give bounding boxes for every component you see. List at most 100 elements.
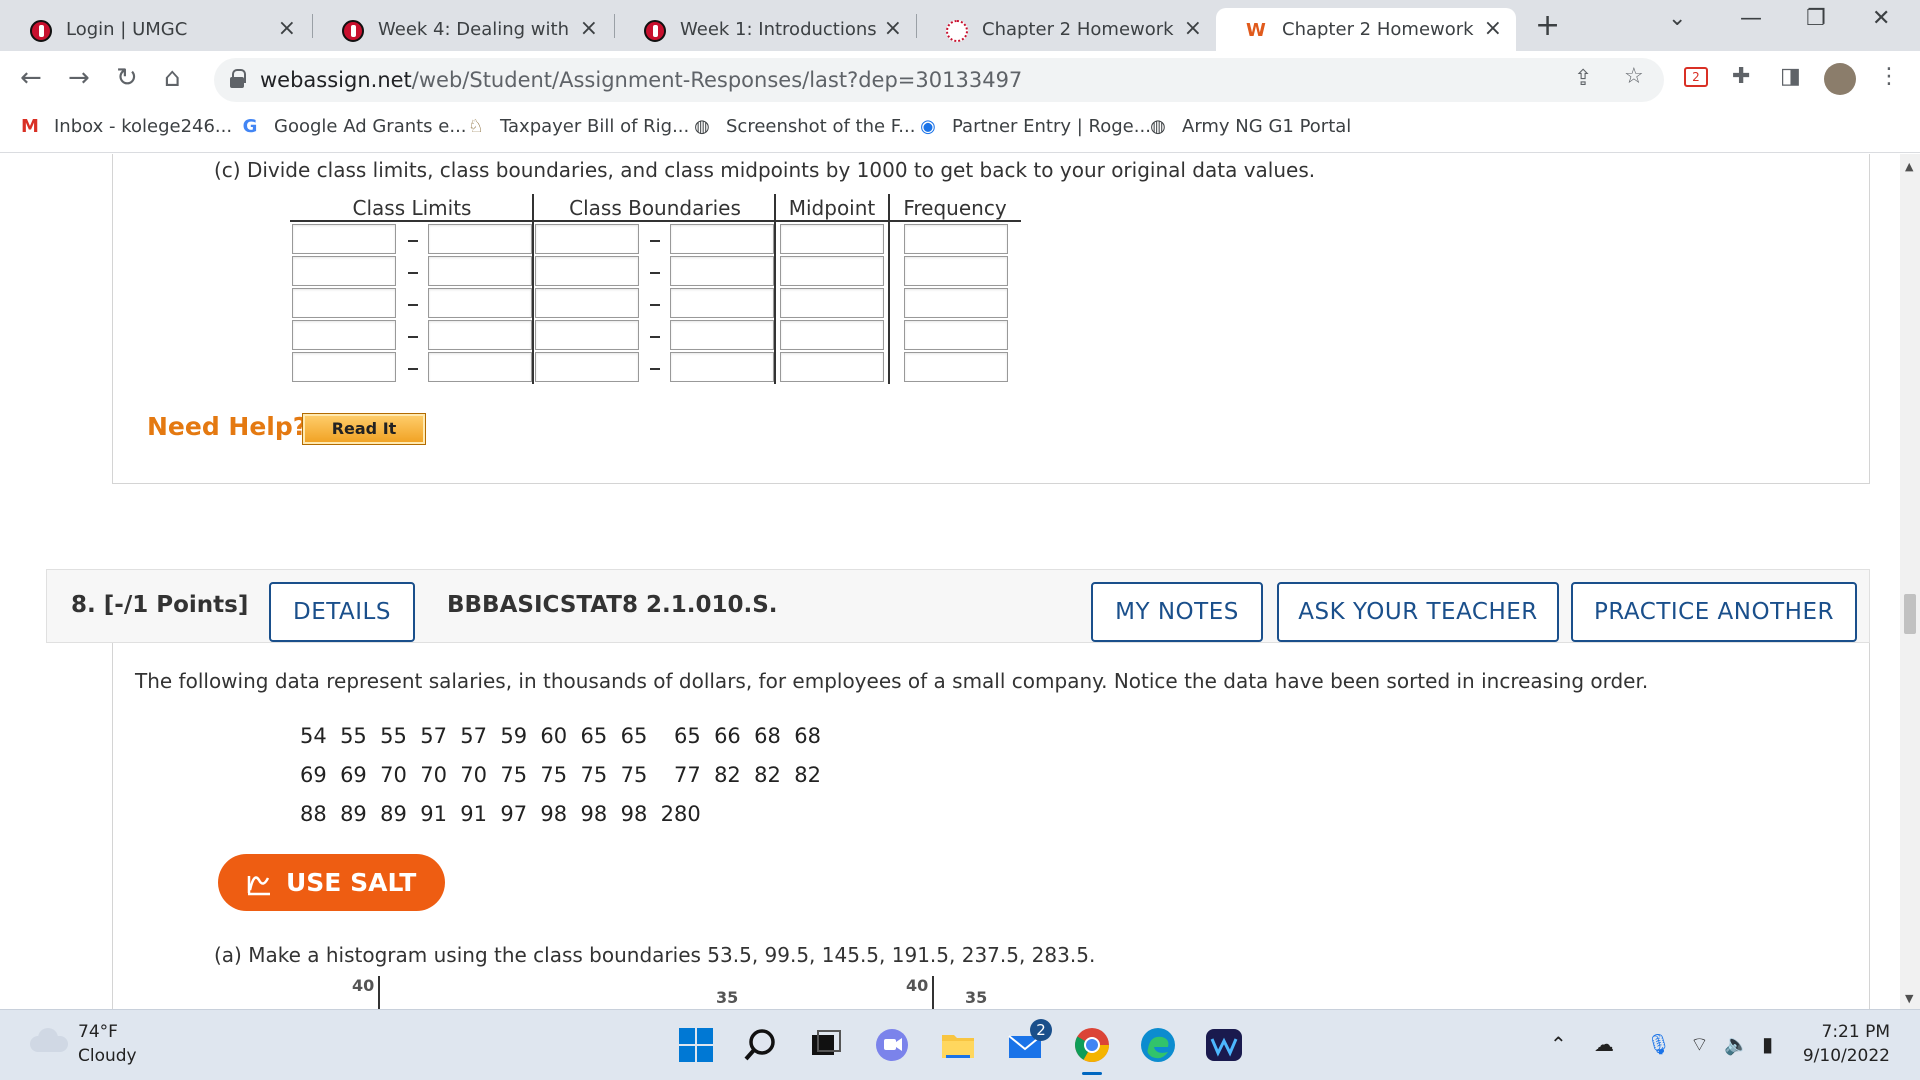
battery-icon[interactable]: ▮ (1762, 1032, 1773, 1056)
class-boundary-lower-input[interactable] (535, 288, 639, 318)
scroll-down-icon[interactable]: ▼ (1905, 992, 1913, 1005)
lock-icon[interactable] (230, 69, 246, 88)
close-tab-icon[interactable]: × (1184, 16, 1202, 41)
class-limit-lower-input[interactable] (292, 256, 396, 286)
bookmark-screenshot[interactable]: ◍ Screenshot of the F... (692, 116, 915, 137)
frequency-input[interactable] (904, 256, 1008, 286)
webex-icon[interactable] (1204, 1025, 1244, 1065)
use-salt-button[interactable]: USE SALT (218, 854, 445, 911)
edge-icon[interactable] (1138, 1025, 1178, 1065)
tab-search-icon[interactable]: ⌄ (1668, 6, 1686, 31)
class-limit-upper-input[interactable] (428, 320, 532, 350)
frequency-input[interactable] (904, 352, 1008, 382)
midpoint-input[interactable] (780, 224, 884, 254)
close-tab-icon[interactable]: × (580, 16, 598, 41)
class-boundary-upper-input[interactable] (670, 224, 774, 254)
show-hidden-icons[interactable]: ⌃ (1550, 1032, 1567, 1056)
class-limit-lower-input[interactable] (292, 288, 396, 318)
details-button[interactable]: DETAILS (269, 582, 415, 642)
tab-login-umgc[interactable]: Login | UMGC × (0, 8, 310, 51)
bookmark-inbox[interactable]: M Inbox - kolege246... (20, 116, 232, 137)
midpoint-input[interactable] (780, 288, 884, 318)
volume-icon[interactable]: 🔈 (1724, 1032, 1749, 1056)
class-limit-upper-input[interactable] (428, 352, 532, 382)
bookmark-star-icon[interactable]: ☆ (1624, 64, 1644, 89)
question-prompt: The following data represent salaries, i… (135, 669, 1649, 693)
side-panel-icon[interactable]: ◨ (1780, 64, 1801, 89)
class-limit-lower-input[interactable] (292, 320, 396, 350)
bookmark-google-ad-grants[interactable]: G Google Ad Grants e... (240, 116, 467, 137)
back-icon[interactable]: ← (20, 63, 42, 93)
class-boundary-lower-input[interactable] (535, 320, 639, 350)
umgc-logo-icon (342, 20, 364, 42)
page-scrollbar[interactable]: ▲ ▼ (1900, 154, 1920, 1009)
weather-description: Cloudy (78, 1046, 137, 1066)
tab-week1[interactable]: Week 1: Introductions anc × (614, 8, 916, 51)
class-limit-lower-input[interactable] (292, 352, 396, 382)
class-boundary-upper-input[interactable] (670, 320, 774, 350)
range-dash (650, 336, 660, 338)
tab-chapter2-homework-active[interactable]: W Chapter 2 Homework - M × (1216, 8, 1516, 51)
url-path: /web/Student/Assignment-Responses/last?d… (411, 68, 1023, 92)
menu-icon[interactable]: ⋮ (1878, 64, 1900, 89)
windows-start-icon[interactable] (676, 1025, 716, 1065)
new-tab-icon[interactable]: + (1535, 8, 1560, 43)
close-tab-icon[interactable]: × (1484, 16, 1502, 41)
extension-badge-icon[interactable]: 2 (1684, 67, 1708, 87)
midpoint-input[interactable] (780, 256, 884, 286)
class-limit-upper-input[interactable] (428, 224, 532, 254)
ask-your-teacher-button[interactable]: ASK YOUR TEACHER (1277, 582, 1559, 642)
table-divider (774, 194, 776, 384)
tab-week4[interactable]: Week 4: Dealing with Dist × (312, 8, 612, 51)
class-limit-upper-input[interactable] (428, 256, 532, 286)
class-boundary-lower-input[interactable] (535, 224, 639, 254)
class-boundary-lower-input[interactable] (535, 352, 639, 382)
frequency-input[interactable] (904, 224, 1008, 254)
profile-avatar[interactable] (1824, 63, 1856, 95)
close-window-icon[interactable]: ✕ (1872, 6, 1890, 31)
bookmark-taxpayer[interactable]: ♘ Taxpayer Bill of Rig... (466, 116, 689, 137)
frequency-input[interactable] (904, 288, 1008, 318)
class-limit-upper-input[interactable] (428, 288, 532, 318)
scrollbar-thumb[interactable] (1904, 594, 1916, 634)
onedrive-icon[interactable]: ☁ (1594, 1032, 1614, 1056)
task-view-icon[interactable] (806, 1025, 846, 1065)
restore-icon[interactable]: ❐ (1806, 6, 1826, 31)
url-host: webassign.net (260, 68, 412, 92)
practice-another-button[interactable]: PRACTICE ANOTHER (1571, 582, 1857, 642)
close-tab-icon[interactable]: × (278, 16, 296, 41)
forward-icon[interactable]: → (68, 63, 90, 93)
class-boundary-upper-input[interactable] (670, 352, 774, 382)
extensions-puzzle-icon[interactable]: ✚ (1732, 64, 1750, 89)
midpoint-input[interactable] (780, 352, 884, 382)
file-explorer-icon[interactable] (938, 1025, 978, 1065)
home-icon[interactable]: ⌂ (164, 63, 181, 93)
bookmark-army-ng[interactable]: ◍ Army NG G1 Portal (1148, 116, 1351, 137)
range-dash (408, 240, 418, 242)
class-limit-lower-input[interactable] (292, 224, 396, 254)
minimize-icon[interactable]: — (1740, 6, 1762, 31)
frequency-input[interactable] (904, 320, 1008, 350)
wifi-icon[interactable]: ⌔ (1690, 1032, 1709, 1057)
read-it-button[interactable]: Read It (302, 413, 426, 445)
class-boundary-upper-input[interactable] (670, 288, 774, 318)
my-notes-button[interactable]: MY NOTES (1091, 582, 1263, 642)
question-points: [-/1 Points] (103, 592, 249, 618)
microphone-icon[interactable]: 🎙 (1646, 1032, 1671, 1056)
system-clock[interactable]: 7:21 PM 9/10/2022 (1803, 1022, 1890, 1066)
bookmark-partner-entry[interactable]: ◉ Partner Entry | Roge... (918, 116, 1151, 137)
question-number: 8. (71, 592, 96, 618)
midpoint-input[interactable] (780, 320, 884, 350)
teams-chat-icon[interactable] (872, 1025, 912, 1065)
reload-icon[interactable]: ↻ (116, 63, 138, 93)
class-boundary-lower-input[interactable] (535, 256, 639, 286)
address-bar[interactable]: webassign.net/web/Student/Assignment-Res… (214, 58, 1664, 102)
share-icon[interactable]: ⇪ (1574, 66, 1592, 91)
close-tab-icon[interactable]: × (884, 16, 902, 41)
scroll-up-icon[interactable]: ▲ (1905, 160, 1913, 173)
search-icon[interactable] (740, 1025, 780, 1065)
tab-chapter2-homework[interactable]: Chapter 2 Homework × (916, 8, 1216, 51)
class-boundary-upper-input[interactable] (670, 256, 774, 286)
chrome-icon[interactable] (1072, 1025, 1112, 1075)
mail-icon[interactable]: 2 (1006, 1019, 1052, 1065)
